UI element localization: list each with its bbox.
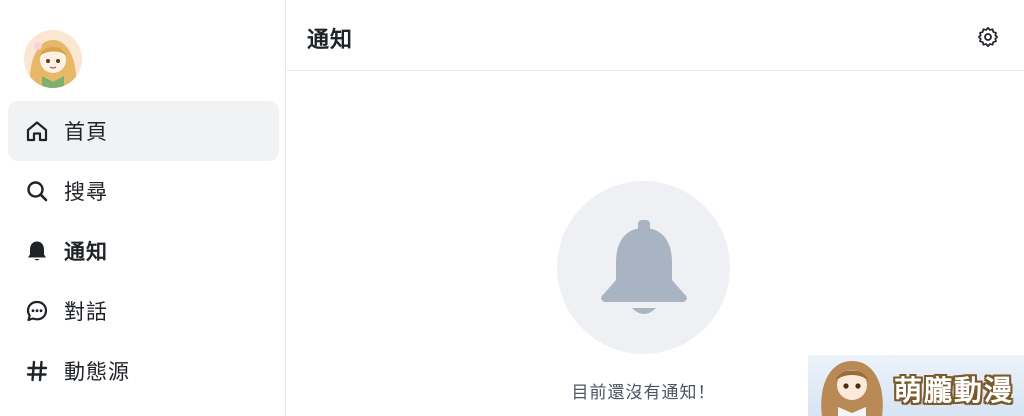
empty-state-message: 目前還沒有通知！ bbox=[571, 383, 716, 403]
search-icon bbox=[24, 178, 50, 204]
home-icon bbox=[24, 118, 50, 144]
sidebar-item-home[interactable]: 首頁 bbox=[8, 101, 279, 161]
sidebar-item-feeds[interactable]: 動態源 bbox=[8, 341, 279, 401]
sidebar-item-label: 搜尋 bbox=[64, 180, 108, 204]
bell-icon bbox=[24, 238, 50, 264]
bell-icon bbox=[600, 219, 687, 314]
watermark-logo: 萌朧動漫 bbox=[808, 355, 1024, 416]
mascot-image bbox=[821, 361, 883, 416]
sidebar-nav: 首頁 搜尋 通知 對話 動態源 bbox=[8, 101, 279, 401]
sidebar-item-label: 首頁 bbox=[64, 120, 108, 144]
sidebar-item-label: 動態源 bbox=[64, 360, 130, 384]
gear-icon[interactable] bbox=[977, 26, 999, 48]
sidebar-item-notifications[interactable]: 通知 bbox=[8, 221, 279, 281]
page-header: 通知 bbox=[287, 0, 1024, 71]
chat-icon bbox=[24, 298, 50, 324]
sidebar-item-search[interactable]: 搜尋 bbox=[8, 161, 279, 221]
hashtag-icon bbox=[24, 358, 50, 384]
empty-state-illustration bbox=[557, 181, 730, 354]
sidebar-item-chat[interactable]: 對話 bbox=[8, 281, 279, 341]
avatar-image bbox=[24, 30, 82, 88]
sidebar-item-label: 對話 bbox=[64, 300, 108, 324]
sidebar: 首頁 搜尋 通知 對話 動態源 bbox=[0, 0, 286, 416]
watermark-text: 萌朧動漫 bbox=[894, 374, 1015, 407]
main-content: 通知 目前還沒有通知！ bbox=[287, 0, 1024, 416]
sidebar-item-label: 通知 bbox=[64, 240, 108, 264]
page-title: 通知 bbox=[307, 28, 354, 53]
user-avatar[interactable] bbox=[24, 30, 82, 88]
